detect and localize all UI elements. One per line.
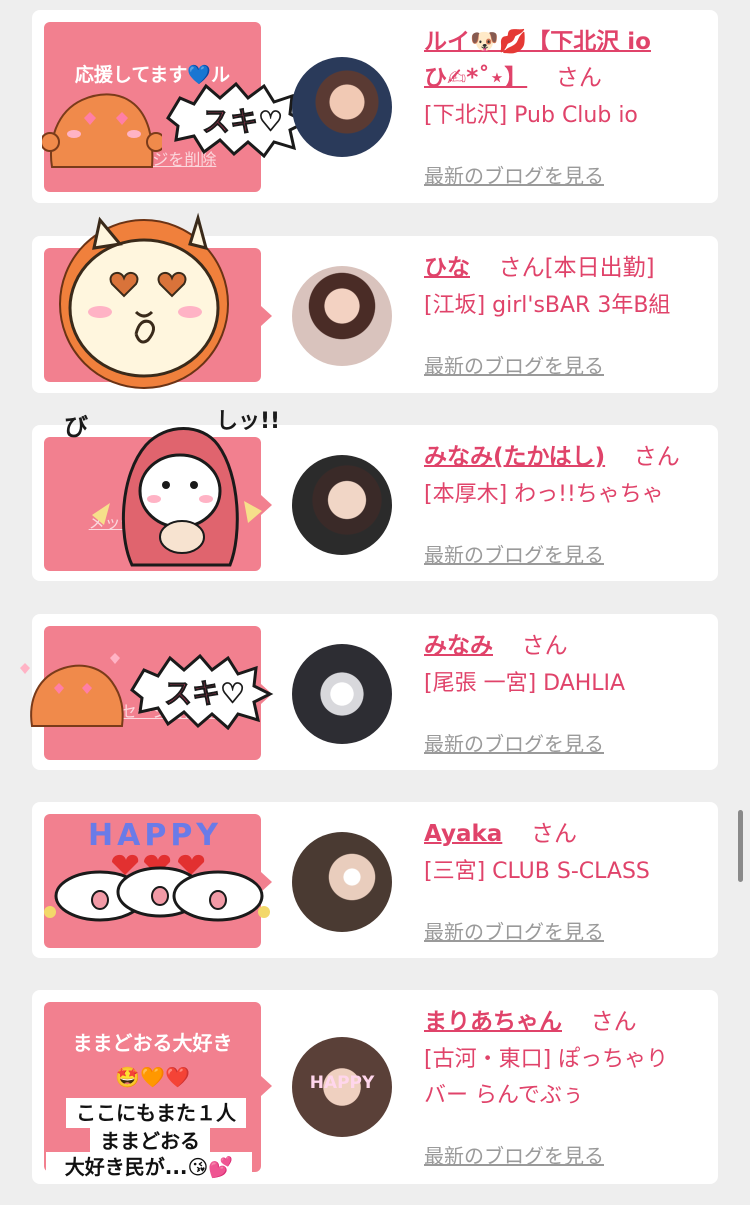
- name-line: まりあちゃん さん: [424, 1004, 714, 1040]
- latest-blog-link[interactable]: 最新のブログを見る: [424, 350, 604, 379]
- bubble-tail: [261, 872, 272, 892]
- shop-name: [江坂] girl'sBAR 3年B組: [424, 293, 671, 318]
- message-card: メッセージを削除 び しッ!! みなみ(たかはし) さん [本厚木] わっ!!ち…: [32, 409, 718, 581]
- name-line: みなみ(たかはし) さん: [424, 439, 714, 475]
- latest-blog-link[interactable]: 最新のブログを見る: [424, 1140, 604, 1169]
- cast-name-link-cont[interactable]: ひ✍*˚⋆】: [424, 65, 527, 91]
- cast-name-link[interactable]: みなみ: [424, 633, 493, 659]
- cast-info: まりあちゃん さん [古河・東口] ぽっちゃり バー らんでぶぅ: [424, 1004, 714, 1114]
- message-card: メッセージを削除 スキ♡ みなみ さん [尾張 一宮] DAHLIA 最新のブロ…: [20, 614, 718, 770]
- message-bubble: [44, 814, 261, 948]
- delete-message-link[interactable]: メッセージを削除: [44, 146, 261, 170]
- message-text: ままどおる大好き: [72, 1031, 233, 1055]
- shop-name: [本厚木] わっ!!ちゃちゃ: [424, 482, 664, 507]
- avatar[interactable]: [292, 455, 392, 555]
- avatar[interactable]: HAPPY: [292, 1037, 392, 1137]
- name-line: Ayaka さん: [424, 816, 714, 852]
- message-bubble: [44, 248, 261, 382]
- sticker-caption: しッ!!: [216, 409, 281, 434]
- cast-info: みなみ(たかはし) さん [本厚木] わっ!!ちゃちゃ: [424, 439, 714, 513]
- cast-info: ひな さん[本日出勤] [江坂] girl'sBAR 3年B組: [424, 250, 714, 324]
- avatar[interactable]: [292, 57, 392, 157]
- honorific: さん[本日出勤]: [498, 255, 655, 281]
- delete-message-link[interactable]: メッセージを削除: [44, 509, 261, 533]
- shop-name: [三宮] CLUB S-CLASS: [424, 859, 650, 884]
- avatar[interactable]: [292, 832, 392, 932]
- cast-name-link[interactable]: Ayaka: [424, 821, 502, 847]
- message-card: ままどおる大好き 🤩🧡❤️ ここにもまた１人 ままどおる 大好き民が...😘💕 …: [32, 990, 718, 1184]
- avatar[interactable]: [292, 644, 392, 744]
- overlay-caption: 大好き民が...😘💕: [46, 1152, 252, 1182]
- shop-name-cont: バー らんでぶぅ: [424, 1083, 584, 1108]
- overlay-caption: ここにもまた１人: [66, 1098, 246, 1128]
- message-card: HAPPY Ayaka さん [三宮] CLUB S-CLASS 最新のブログを…: [32, 802, 718, 958]
- latest-blog-link[interactable]: 最新のブログを見る: [424, 160, 604, 189]
- shop-name: [尾張 一宮] DAHLIA: [424, 671, 626, 696]
- message-bubble: メッセージを削除: [44, 437, 261, 571]
- cast-name-link[interactable]: ルイ🐶💋【下北沢 io: [424, 29, 651, 55]
- name-line: ルイ🐶💋【下北沢 io: [424, 24, 714, 60]
- message-bubble: メッセージを削除: [44, 626, 261, 760]
- cast-info: みなみ さん [尾張 一宮] DAHLIA: [424, 628, 714, 702]
- message-text: 応援してます💙ル: [74, 64, 231, 86]
- latest-blog-link[interactable]: 最新のブログを見る: [424, 728, 604, 757]
- avatar-happy-text: HAPPY: [309, 1073, 375, 1093]
- cast-name-link[interactable]: みなみ(たかはし): [424, 444, 605, 470]
- delete-message-link[interactable]: メッセージを削除: [44, 698, 261, 722]
- cast-info: Ayaka さん [三宮] CLUB S-CLASS: [424, 816, 714, 890]
- scrollbar[interactable]: [738, 810, 743, 882]
- name-line: ひな さん[本日出勤]: [424, 250, 714, 286]
- bubble-tail: [261, 306, 272, 326]
- message-card: ひな さん[本日出勤] [江坂] girl'sBAR 3年B組 最新のブログを見…: [32, 212, 718, 393]
- message-bubble: 応援してます💙ル メッセージを削除: [44, 22, 261, 192]
- bubble-tail: [261, 684, 272, 704]
- bubble-tail: [261, 495, 272, 515]
- cast-name-link[interactable]: まりあちゃん: [424, 1009, 562, 1035]
- bubble-tail: [261, 1076, 272, 1096]
- latest-blog-link[interactable]: 最新のブログを見る: [424, 539, 604, 568]
- honorific: さん: [521, 633, 568, 659]
- shop-name: [古河・東口] ぽっちゃり: [424, 1047, 669, 1072]
- honorific: さん: [590, 1009, 637, 1035]
- cast-name-link[interactable]: ひな: [424, 255, 470, 281]
- avatar[interactable]: [292, 266, 392, 366]
- honorific: さん: [530, 821, 577, 847]
- message-card: 応援してます💙ル メッセージを削除 スキ♡ ルイ🐶💋【下北沢 io ひ✍*˚⋆】…: [32, 10, 718, 203]
- latest-blog-link[interactable]: 最新のブログを見る: [424, 916, 604, 945]
- cast-info: ルイ🐶💋【下北沢 io ひ✍*˚⋆】 さん [下北沢] Pub Club io: [424, 24, 714, 134]
- honorific: さん: [633, 444, 680, 470]
- name-line: みなみ さん: [424, 628, 714, 664]
- name-line: ひ✍*˚⋆】 さん: [424, 60, 714, 96]
- shop-name: [下北沢] Pub Club io: [424, 103, 638, 128]
- honorific: さん: [555, 65, 602, 91]
- message-emoji: 🤩🧡❤️: [115, 1065, 190, 1089]
- bubble-tail: [261, 96, 272, 116]
